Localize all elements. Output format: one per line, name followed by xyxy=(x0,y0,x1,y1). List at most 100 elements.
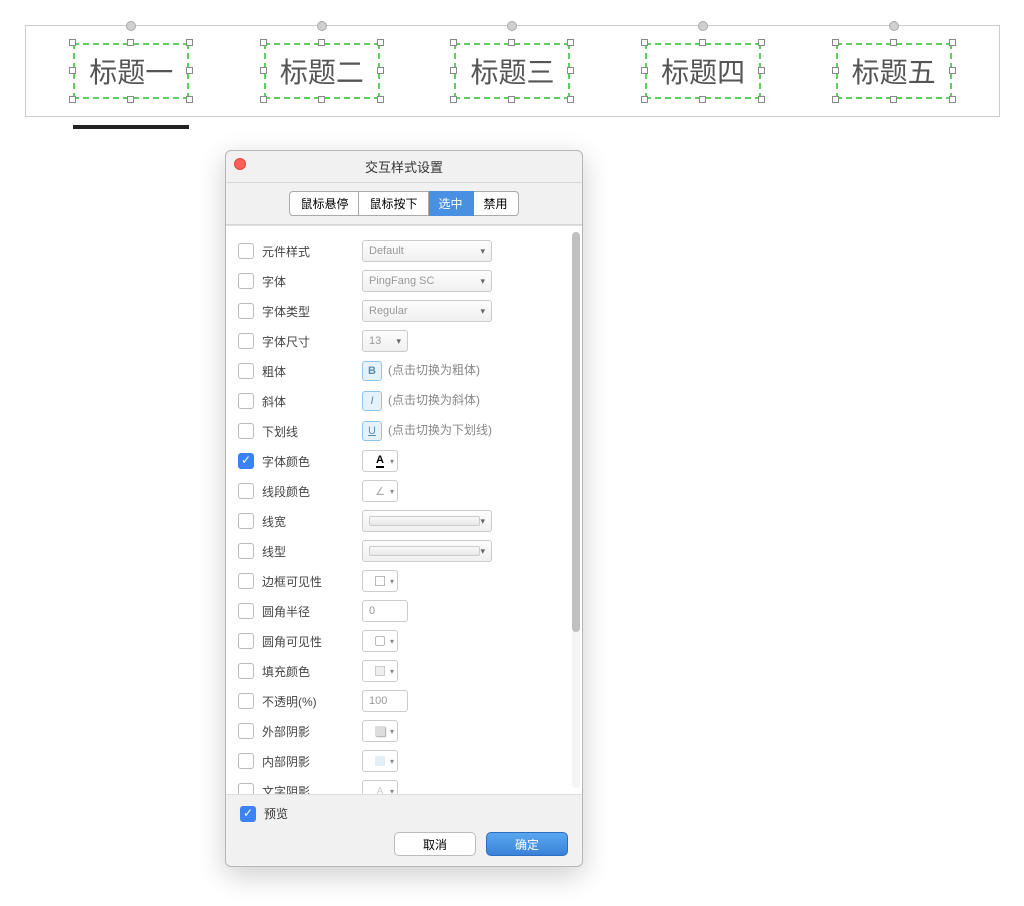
tab-widget-2[interactable]: 标题二 xyxy=(264,43,380,99)
tab-selected[interactable]: 选中 xyxy=(429,191,474,216)
resize-handle[interactable] xyxy=(69,39,76,46)
resize-handle[interactable] xyxy=(318,96,325,103)
design-canvas[interactable]: 标题一 标题二 标题三 标题四 标题五 xyxy=(25,25,1000,117)
line-width-select[interactable]: ▾ xyxy=(362,510,492,532)
resize-handle[interactable] xyxy=(832,39,839,46)
resize-handle[interactable] xyxy=(450,96,457,103)
font-select[interactable]: PingFang SC▾ xyxy=(362,270,492,292)
underline-toggle[interactable]: U xyxy=(362,421,382,441)
resize-handle[interactable] xyxy=(758,67,765,74)
checkbox[interactable] xyxy=(238,783,254,795)
resize-handle[interactable] xyxy=(567,96,574,103)
connector-dot-icon xyxy=(317,21,327,31)
scrollbar-thumb[interactable] xyxy=(572,232,580,632)
tab-widget-1[interactable]: 标题一 xyxy=(73,43,189,99)
checkbox[interactable] xyxy=(238,573,254,589)
font-size-select[interactable]: 13▾ xyxy=(362,330,408,352)
resize-handle[interactable] xyxy=(450,67,457,74)
resize-handle[interactable] xyxy=(832,67,839,74)
resize-handle[interactable] xyxy=(377,39,384,46)
confirm-button[interactable]: 确定 xyxy=(486,832,568,856)
resize-handle[interactable] xyxy=(260,39,267,46)
resize-handle[interactable] xyxy=(890,39,897,46)
text-shadow-select[interactable]: A▾ xyxy=(362,780,398,795)
preview-label: 预览 xyxy=(264,805,288,822)
widget-style-select[interactable]: Default▾ xyxy=(362,240,492,262)
corner-visibility-select[interactable]: ▾ xyxy=(362,630,398,652)
resize-handle[interactable] xyxy=(377,67,384,74)
outer-shadow-select[interactable]: ▾ xyxy=(362,720,398,742)
resize-handle[interactable] xyxy=(758,96,765,103)
resize-handle[interactable] xyxy=(186,96,193,103)
resize-handle[interactable] xyxy=(641,39,648,46)
checkbox[interactable] xyxy=(238,663,254,679)
resize-handle[interactable] xyxy=(69,96,76,103)
line-color-picker[interactable]: ∠▾ xyxy=(362,480,398,502)
checkbox[interactable] xyxy=(238,753,254,769)
resize-handle[interactable] xyxy=(641,67,648,74)
checkbox[interactable] xyxy=(238,363,254,379)
resize-handle[interactable] xyxy=(508,96,515,103)
close-icon[interactable] xyxy=(234,158,246,170)
resize-handle[interactable] xyxy=(699,96,706,103)
tab-widget-4[interactable]: 标题四 xyxy=(645,43,761,99)
checkbox[interactable] xyxy=(238,423,254,439)
resize-handle[interactable] xyxy=(377,96,384,103)
checkbox[interactable] xyxy=(238,543,254,559)
resize-handle[interactable] xyxy=(260,96,267,103)
italic-toggle[interactable]: I xyxy=(362,391,382,411)
resize-handle[interactable] xyxy=(641,96,648,103)
tab-hover[interactable]: 鼠标悬停 xyxy=(289,191,359,216)
line-type-select[interactable]: ▾ xyxy=(362,540,492,562)
opacity-input[interactable] xyxy=(362,690,408,712)
preview-checkbox[interactable] xyxy=(240,806,256,822)
fill-color-picker[interactable]: ▾ xyxy=(362,660,398,682)
checkbox[interactable] xyxy=(238,303,254,319)
checkbox[interactable] xyxy=(238,483,254,499)
checkbox[interactable] xyxy=(238,633,254,649)
resize-handle[interactable] xyxy=(890,96,897,103)
resize-handle[interactable] xyxy=(127,39,134,46)
resize-handle[interactable] xyxy=(949,39,956,46)
resize-handle[interactable] xyxy=(758,39,765,46)
checkbox[interactable] xyxy=(238,243,254,259)
checkbox[interactable] xyxy=(238,393,254,409)
checkbox[interactable] xyxy=(238,273,254,289)
resize-handle[interactable] xyxy=(567,67,574,74)
resize-handle[interactable] xyxy=(127,96,134,103)
resize-handle[interactable] xyxy=(567,39,574,46)
tab-press[interactable]: 鼠标按下 xyxy=(359,191,428,216)
inner-shadow-select[interactable]: ▾ xyxy=(362,750,398,772)
resize-handle[interactable] xyxy=(949,96,956,103)
resize-handle[interactable] xyxy=(699,39,706,46)
resize-handle[interactable] xyxy=(508,39,515,46)
bold-toggle[interactable]: B xyxy=(362,361,382,381)
cancel-button[interactable]: 取消 xyxy=(394,832,476,856)
resize-handle[interactable] xyxy=(260,67,267,74)
tab-disabled[interactable]: 禁用 xyxy=(474,191,519,216)
resize-handle[interactable] xyxy=(186,67,193,74)
line-swatch-icon xyxy=(369,546,480,556)
checkbox[interactable] xyxy=(238,723,254,739)
dialog-titlebar[interactable]: 交互样式设置 xyxy=(226,151,582,183)
checkbox[interactable] xyxy=(238,603,254,619)
font-color-picker[interactable]: A▾ xyxy=(362,450,398,472)
resize-handle[interactable] xyxy=(450,39,457,46)
checkbox[interactable] xyxy=(238,333,254,349)
corner-radius-input[interactable] xyxy=(362,600,408,622)
properties-scroll[interactable]: 元件样式 Default▾ 字体 PingFang SC▾ 字体类型 Regul… xyxy=(226,225,582,795)
font-type-select[interactable]: Regular▾ xyxy=(362,300,492,322)
checkbox[interactable] xyxy=(238,513,254,529)
checkbox[interactable] xyxy=(238,693,254,709)
resize-handle[interactable] xyxy=(318,39,325,46)
connector-dot-icon xyxy=(698,21,708,31)
resize-handle[interactable] xyxy=(69,67,76,74)
checkbox[interactable] xyxy=(238,453,254,469)
border-visibility-select[interactable]: ▾ xyxy=(362,570,398,592)
resize-handle[interactable] xyxy=(949,67,956,74)
tab-widget-5[interactable]: 标题五 xyxy=(836,43,952,99)
resize-handle[interactable] xyxy=(832,96,839,103)
resize-handle[interactable] xyxy=(186,39,193,46)
chevron-down-icon: ▾ xyxy=(390,487,394,496)
tab-widget-3[interactable]: 标题三 xyxy=(454,43,570,99)
